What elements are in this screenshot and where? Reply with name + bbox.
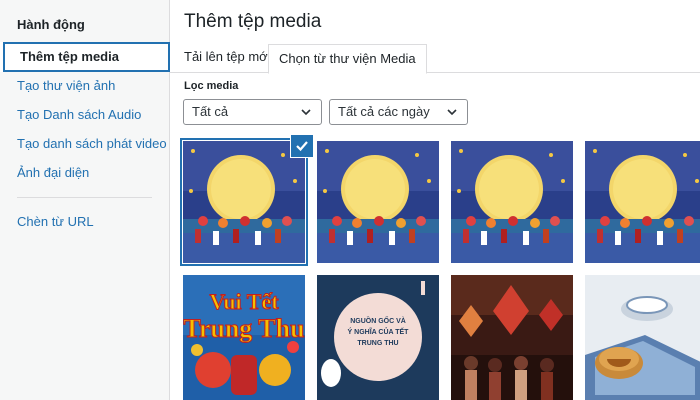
media-item-2[interactable] <box>317 141 439 263</box>
mooncake-image <box>585 275 700 400</box>
lantern-parade-image <box>451 275 573 400</box>
chevron-down-icon <box>301 109 311 116</box>
moon-festival-image <box>585 141 700 263</box>
sidebar-item-create-audio-playlist[interactable]: Tạo Danh sách Audio <box>0 100 170 130</box>
date-select[interactable]: Tất cả các ngày <box>329 99 468 125</box>
selected-check-icon[interactable] <box>290 134 314 158</box>
media-item-1[interactable] <box>183 141 305 263</box>
media-type-select[interactable]: Tất cả <box>183 99 322 125</box>
sidebar-divider <box>17 197 152 198</box>
date-select-value: Tất cả các ngày <box>338 104 430 119</box>
moon-festival-image <box>183 141 305 263</box>
vui-tet-trung-thu-image: Vui Tết Trung Thu <box>183 275 305 400</box>
media-item-4[interactable] <box>585 141 700 263</box>
media-type-select-value: Tất cả <box>192 104 229 119</box>
media-item-6[interactable]: NGUỒN GỐC VÀ Ý NGHĨA CỦA TẾT TRUNG THU <box>317 275 439 400</box>
tab-media-library[interactable]: Chọn từ thư viện Media <box>268 44 427 74</box>
chevron-down-icon <box>447 109 457 116</box>
svg-text:Trung Thu: Trung Thu <box>183 314 304 343</box>
media-item-5[interactable]: Vui Tết Trung Thu <box>183 275 305 400</box>
media-item-7[interactable] <box>451 275 573 400</box>
sidebar-item-create-video-playlist[interactable]: Tạo danh sách phát video <box>0 129 170 159</box>
sidebar-item-insert-from-url[interactable]: Chèn từ URL <box>0 207 170 237</box>
page-title: Thêm tệp media <box>184 11 322 32</box>
moon-festival-image <box>317 141 439 263</box>
sidebar: Hành động Thêm tệp media Tạo thư viện ản… <box>0 0 170 400</box>
filter-label: Lọc media <box>184 80 239 92</box>
tab-bar: Tải lên tệp mới Chọn từ thư viện Media <box>170 43 700 74</box>
sidebar-item-create-gallery[interactable]: Tạo thư viện ảnh <box>0 71 170 101</box>
svg-text:Vui Tết: Vui Tết <box>209 289 279 314</box>
moon-festival-image <box>451 141 573 263</box>
tab-upload-files[interactable]: Tải lên tệp mới <box>184 43 271 73</box>
sidebar-item-featured-image[interactable]: Ảnh đại diện <box>0 158 170 188</box>
sidebar-item-add-media[interactable]: Thêm tệp media <box>0 42 170 72</box>
sidebar-heading: Hành động <box>17 17 85 32</box>
nguon-goc-image: NGUỒN GỐC VÀ Ý NGHĨA CỦA TẾT TRUNG THU <box>317 275 439 400</box>
media-item-3[interactable] <box>451 141 573 263</box>
svg-text:TRUNG THU: TRUNG THU <box>357 340 398 347</box>
media-item-8[interactable] <box>585 275 700 400</box>
